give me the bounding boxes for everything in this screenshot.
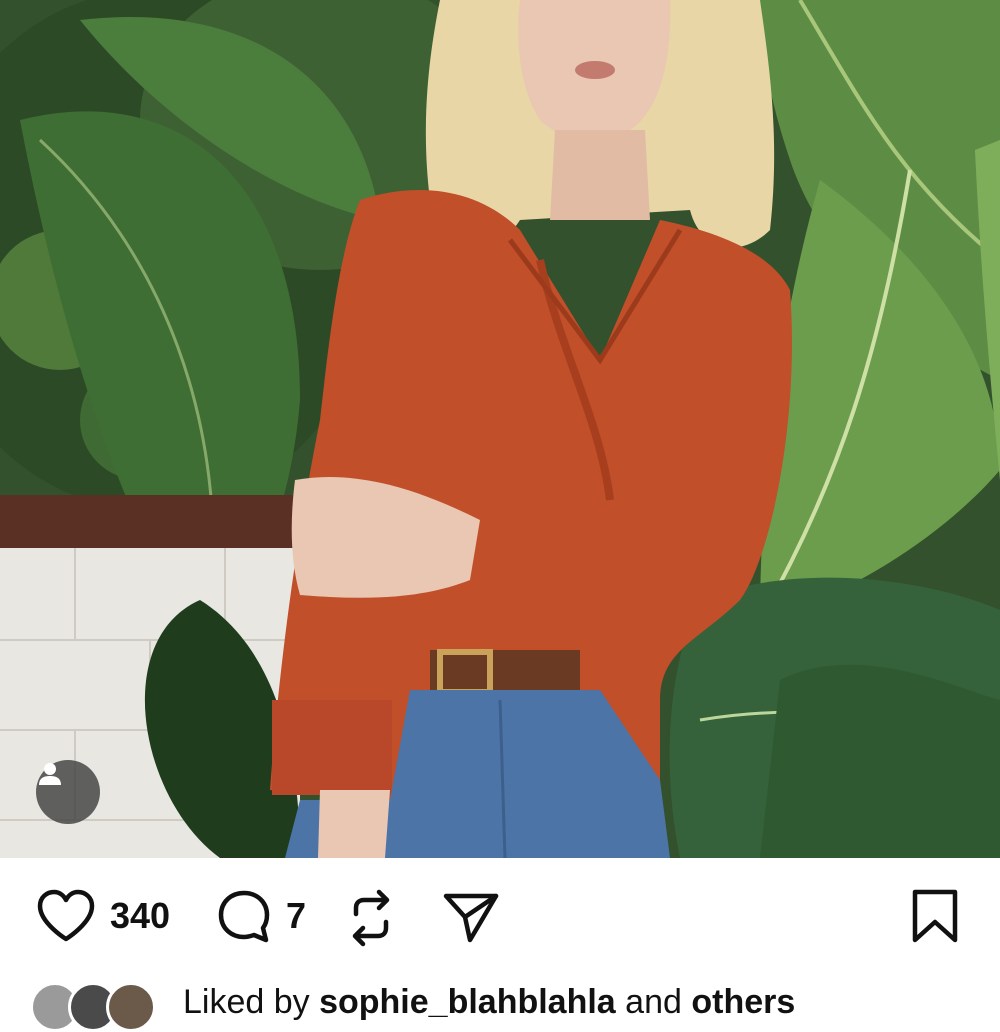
repost-button[interactable]: [346, 888, 396, 948]
person-icon: [39, 763, 61, 785]
save-button[interactable]: [910, 888, 960, 944]
send-icon: [443, 893, 499, 943]
comment-bubble-icon: [218, 890, 270, 943]
bookmark-icon: [912, 889, 958, 943]
likes-count[interactable]: 340: [110, 898, 170, 934]
repost-icon: [352, 889, 390, 947]
liked-by-avatars: [30, 980, 156, 1032]
post-photo[interactable]: [0, 0, 1000, 858]
liked-by-others[interactable]: others: [691, 983, 795, 1021]
post-action-bar: 340 7: [0, 858, 1000, 978]
photo-illustration: [0, 0, 1000, 858]
heart-icon: [37, 889, 95, 942]
liked-by-user[interactable]: sophie_blahblahla: [319, 983, 616, 1021]
tagged-people-button[interactable]: [36, 760, 100, 824]
comment-button[interactable]: 7: [216, 888, 306, 944]
liked-by-row[interactable]: Liked by sophie_blahblahla and others: [30, 980, 990, 1032]
comments-count[interactable]: 7: [286, 898, 306, 934]
liked-by-prefix: Liked by: [183, 983, 310, 1021]
liked-by-text: Liked by sophie_blahblahla and others: [183, 982, 795, 1022]
liked-by-joiner: and: [625, 983, 682, 1021]
share-button[interactable]: [442, 888, 500, 946]
avatar: [106, 982, 156, 1032]
like-button[interactable]: 340: [36, 888, 170, 944]
